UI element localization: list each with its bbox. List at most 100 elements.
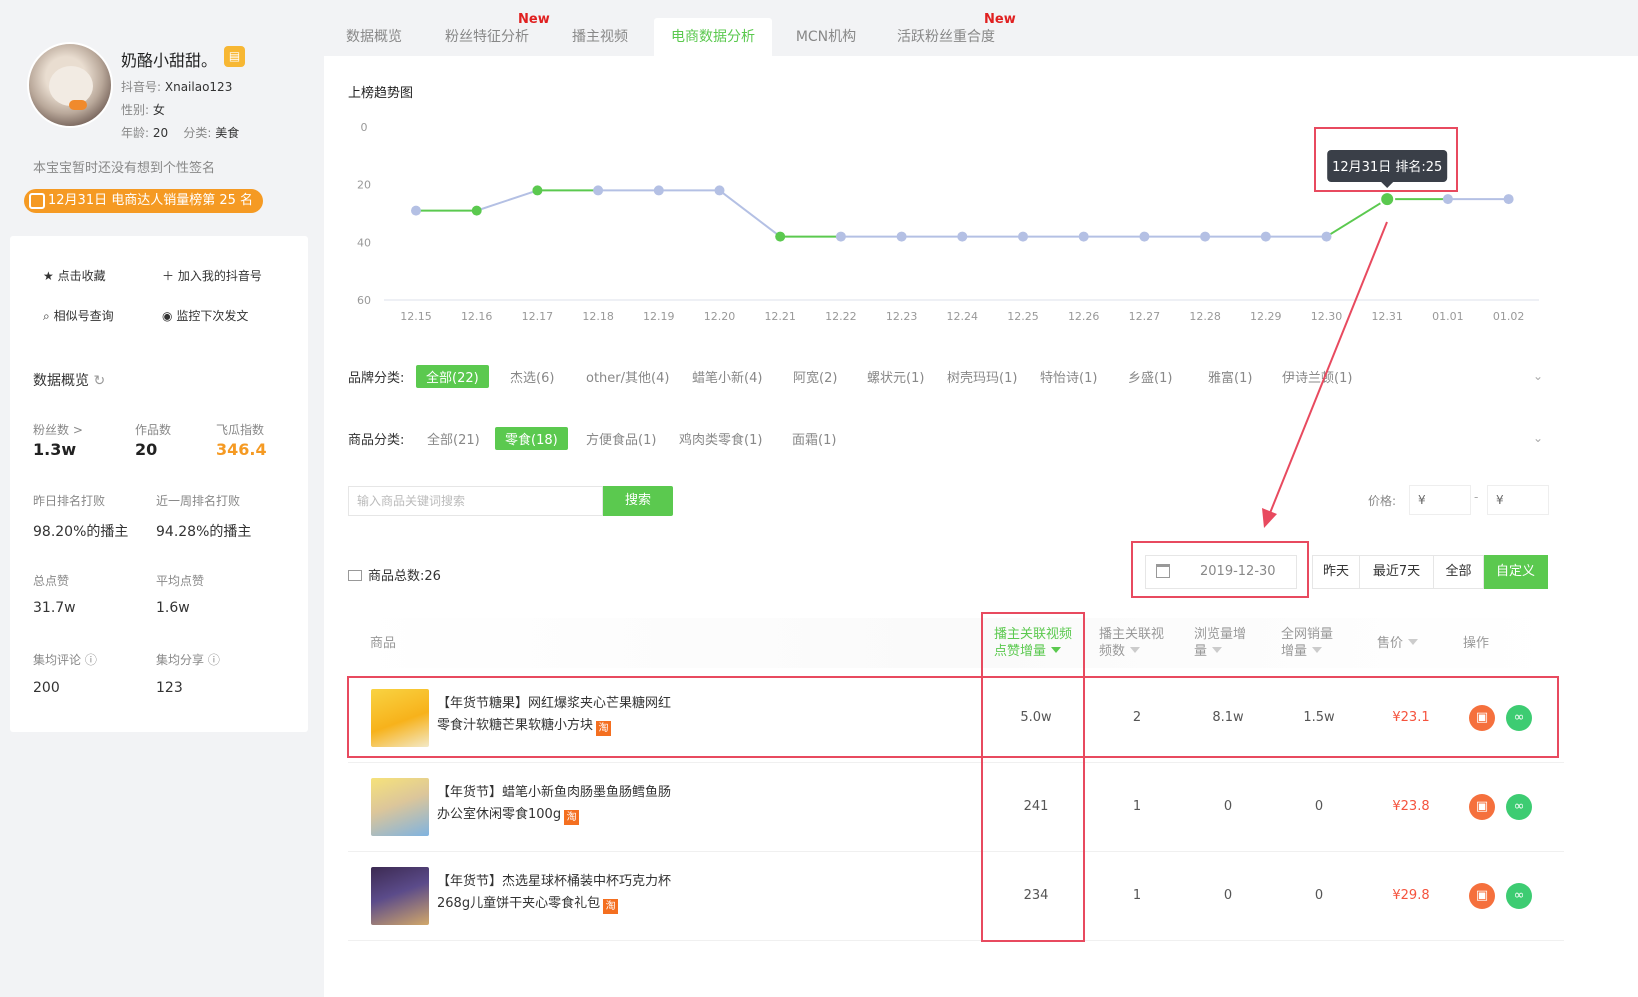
data-point [1260, 231, 1271, 242]
price-max-input[interactable]: ¥ [1487, 485, 1549, 515]
seg-yesterday[interactable]: 昨天 [1312, 555, 1360, 589]
product-total: 商品总数:26 [348, 565, 441, 584]
tab-overview[interactable]: 数据概览 [324, 18, 424, 56]
week-label: 近一周排名打败 [156, 494, 241, 508]
shop-icon[interactable]: ▤ [224, 46, 245, 67]
avatar [27, 42, 113, 128]
x-tick-label: 01.01 [1432, 310, 1464, 323]
seg-custom[interactable]: 自定义 [1484, 555, 1548, 589]
favorite-button[interactable]: ★ 点击收藏 [43, 267, 106, 284]
x-tick-label: 12.18 [582, 310, 614, 323]
th-sales[interactable]: 全网销量增量 [1281, 626, 1345, 660]
cell-sales: 0 [1314, 888, 1324, 903]
filter-option[interactable]: 蜡笔小新(4) [692, 367, 762, 386]
seg-all[interactable]: 全部 [1434, 555, 1484, 589]
data-point [1442, 194, 1453, 205]
data-point [835, 231, 846, 242]
search-button[interactable]: 搜索 [603, 486, 673, 516]
row-divider [348, 851, 1564, 852]
filter-option[interactable]: 面霜(1) [792, 429, 836, 448]
th-price[interactable]: 售价 [1377, 635, 1419, 652]
x-tick-label: 12.23 [886, 310, 918, 323]
filter-option[interactable]: 零食(18) [495, 427, 568, 450]
product-thumbnail[interactable] [371, 778, 429, 836]
tab-mcn[interactable]: MCN机构 [776, 18, 876, 56]
tab-bar: 数据概览 粉丝特征分析 New 播主视频 电商数据分析 MCN机构 活跃粉丝重合… [324, 0, 1638, 56]
avg-likes-label: 平均点赞 [156, 574, 205, 588]
filter-option[interactable]: 方便食品(1) [586, 429, 656, 448]
chevron-down-icon[interactable]: ⌄ [1528, 428, 1548, 448]
add-douyin-button[interactable]: ＋ 加入我的抖音号 [162, 267, 262, 284]
cell-related-videos: 2 [1132, 710, 1142, 725]
profile-name: 奶酪小甜甜。 [121, 51, 218, 70]
data-point [957, 231, 968, 242]
shopping-bag-icon[interactable]: ▣ [1469, 794, 1495, 820]
date-picker[interactable]: 2019-12-30 [1145, 555, 1297, 589]
rank-badge[interactable]: 12月31日 电商达人销量榜第 25 名 [24, 189, 264, 213]
data-point [411, 205, 421, 216]
filter-label: 商品分类: [348, 433, 405, 448]
x-tick-label: 12.27 [1129, 310, 1161, 323]
filter-option[interactable]: 特怡诗(1) [1040, 367, 1097, 386]
product-title[interactable]: 【年货节】杰选星球杯桶装中杯巧克力杯268g儿童饼干夹心零食礼包淘 [437, 871, 682, 915]
product-title[interactable]: 【年货节】蜡笔小新鱼肉肠墨鱼肠鳕鱼肠办公室休闲零食100g 淘 [437, 782, 682, 826]
product-thumbnail[interactable] [371, 689, 429, 747]
plus-icon: ＋ [162, 269, 175, 283]
tab-videos[interactable]: 播主视频 [550, 18, 650, 56]
shopping-bag-icon[interactable]: ▣ [1469, 883, 1495, 909]
filter-option[interactable]: 鸡肉类零食(1) [679, 429, 762, 448]
filter-option[interactable]: 全部(22) [416, 365, 489, 388]
chevron-down-icon[interactable]: ⌄ [1528, 366, 1548, 386]
cell-price: ¥23.1 [1392, 710, 1430, 725]
filter-option[interactable]: other/其他(4) [586, 367, 669, 386]
y-tick-label: 60 [357, 294, 371, 307]
product-thumbnail[interactable] [371, 867, 429, 925]
link-icon[interactable]: ∞ [1506, 705, 1532, 731]
cell-related-likes: 234 [1023, 888, 1049, 903]
shopping-bag-icon[interactable]: ▣ [1469, 705, 1495, 731]
page: 奶酪小甜甜。 ▤ 抖音号: Xnailao123 性别: 女 年龄: 20 分类… [0, 0, 1638, 997]
new-badge: New [984, 12, 1016, 27]
new-badge: New [518, 12, 550, 27]
seg-7days[interactable]: 最近7天 [1360, 555, 1434, 589]
price-min-input[interactable]: ¥ [1409, 485, 1471, 515]
th-related-likes[interactable]: 播主关联视频点赞增量 [994, 626, 1082, 660]
similar-search-button[interactable]: ⌕ 相似号查询 [43, 307, 114, 324]
x-tick-label: 12.24 [947, 310, 979, 323]
monitor-button[interactable]: ◉ 监控下次发文 [162, 307, 248, 324]
fans-label[interactable]: 粉丝数 > [33, 421, 83, 438]
link-icon[interactable]: ∞ [1506, 794, 1532, 820]
index-value: 346.4 [216, 440, 267, 459]
filter-option[interactable]: 伊诗兰顿(1) [1282, 367, 1352, 386]
filter-option[interactable]: 螺状元(1) [867, 367, 924, 386]
tab-ecommerce[interactable]: 电商数据分析 [654, 18, 772, 56]
link-icon[interactable]: ∞ [1506, 883, 1532, 909]
cell-views: 8.1w [1212, 710, 1244, 725]
th-related-videos[interactable]: 播主关联视频数 [1099, 626, 1173, 660]
row-divider [348, 940, 1564, 941]
y-tick-label: 40 [357, 236, 371, 249]
gender: 性别: 女 [121, 103, 165, 117]
trend-chart: 0 20 40 60 12.15 12.16 12.17 12.18 12.19 12.20 12.… [357, 121, 1539, 323]
yesterday-value: 98.20%的播主 [33, 524, 129, 540]
filter-option[interactable]: 乡盛(1) [1128, 367, 1172, 386]
row-divider [348, 762, 1564, 763]
refresh-icon[interactable]: ↻ [93, 373, 105, 389]
data-point [471, 205, 482, 216]
filter-option[interactable]: 全部(21) [427, 429, 480, 448]
x-tick-label: 12.26 [1068, 310, 1100, 323]
product-title[interactable]: 【年货节糖果】网红爆浆夹心芒果糖网红零食汁软糖芒果软糖小方块淘 [437, 693, 682, 737]
x-tick-label: 12.16 [461, 310, 493, 323]
filter-option[interactable]: 杰选(6) [510, 367, 554, 386]
filter-option[interactable]: 雅富(1) [1208, 367, 1252, 386]
th-views[interactable]: 浏览量增量 [1194, 626, 1258, 660]
search-input[interactable]: 输入商品关键词搜索 [348, 486, 603, 516]
search-icon: ⌕ [43, 309, 50, 323]
main-panel: 数据概览 粉丝特征分析 New 播主视频 电商数据分析 MCN机构 活跃粉丝重合… [324, 0, 1638, 997]
series-line-segment [718, 189, 781, 238]
y-tick-label: 20 [357, 179, 371, 192]
filter-option[interactable]: 树壳玛玛(1) [947, 367, 1017, 386]
series-line-segment [476, 189, 538, 212]
data-point [532, 185, 543, 196]
filter-option[interactable]: 阿宽(2) [793, 367, 837, 386]
